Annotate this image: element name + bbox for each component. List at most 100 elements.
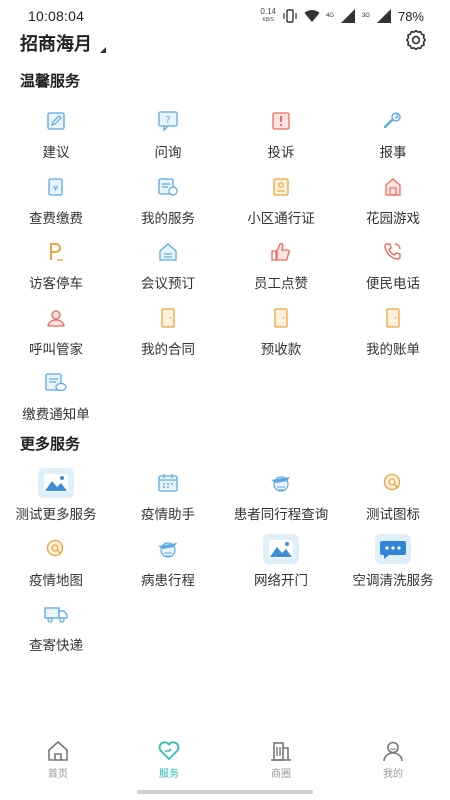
net-type-1: 4G (325, 13, 334, 19)
service-item-label: 员工点赞 (254, 276, 308, 291)
service-item[interactable]: ¥ 查费缴费 (0, 171, 112, 237)
fee-icon: ¥ (0, 171, 112, 203)
vibrate-icon (283, 9, 297, 23)
service-item[interactable]: 预收款 (225, 302, 337, 368)
service-item-label: 预收款 (260, 341, 302, 357)
service-item[interactable]: 小区通行证 (225, 171, 337, 237)
community-name: 招商海月 (20, 34, 92, 54)
section-title-more-services: 更多服务 (20, 436, 81, 453)
section-title-warm-services: 温馨服务 (20, 73, 81, 90)
service-item-label: 我的账单 (366, 341, 420, 357)
tab-home-label: 首页 (48, 769, 68, 780)
service-item-label: 我的服务 (141, 210, 195, 226)
service-item-label: 查寄快递 (29, 638, 83, 653)
search-circle-icon (0, 533, 112, 565)
tab-services-label: 服务 (159, 769, 179, 780)
service-item-label: 测试更多服务 (15, 507, 97, 522)
service-item-label: 病患行程 (141, 572, 195, 588)
tab-business[interactable]: 商圈 (225, 737, 337, 780)
contract-icon (112, 302, 224, 334)
service-item[interactable]: 病患行程 (112, 533, 224, 599)
service-item-label: 空调清洗服务 (352, 572, 434, 588)
dropdown-caret-icon (100, 47, 106, 53)
service-item[interactable]: 会议预订 (112, 236, 224, 302)
gear-icon[interactable] (404, 28, 428, 52)
question-icon: ? (112, 105, 224, 137)
net-speed-unit: KB/S (262, 17, 274, 23)
tab-mine-label: 我的 (383, 769, 403, 780)
battery-level: 78% (397, 8, 424, 24)
butler-icon (0, 302, 112, 334)
service-item[interactable]: 测试图标 (337, 467, 449, 533)
thumbs-up-icon (225, 236, 337, 268)
wrench-icon (337, 105, 449, 137)
bottom-tab-bar: 首页 服务 商圈 我的 (0, 737, 450, 787)
service-item[interactable]: 呼叫管家 (0, 302, 112, 368)
svg-text:¥: ¥ (53, 184, 58, 193)
service-item[interactable]: 疫情地图 (0, 533, 112, 599)
net-speed: 0.14 KB/S (260, 8, 276, 24)
garden-icon (337, 171, 449, 203)
service-item[interactable]: 花园游戏 (337, 171, 449, 237)
service-item[interactable]: 疫情助手 (112, 467, 224, 533)
home-indicator (137, 790, 313, 794)
service-item-label: 我的合同 (141, 341, 195, 357)
service-item-label: 会议预订 (141, 276, 195, 291)
complaint-icon (225, 105, 337, 137)
home-icon (48, 741, 68, 761)
status-indicators: 0.14 KB/S 4G 3G 78% (260, 6, 424, 26)
service-item[interactable]: 我的合同 (112, 302, 224, 368)
service-item-label: 投诉 (267, 145, 295, 160)
meeting-icon (112, 236, 224, 268)
service-item-label: 小区通行证 (247, 210, 315, 226)
service-item-label: 花园游戏 (366, 210, 420, 226)
service-item-label: 网络开门 (254, 572, 308, 588)
tab-services[interactable]: 服务 (113, 737, 225, 780)
service-item[interactable]: 缴费通知单 (0, 367, 112, 433)
service-item-label: 疫情助手 (141, 507, 195, 522)
service-item[interactable]: 我的账单 (337, 302, 449, 368)
service-item[interactable]: 投诉 (225, 105, 337, 171)
plane-globe-icon (225, 467, 337, 499)
signal-icon-2 (376, 9, 391, 23)
tab-mine[interactable]: 我的 (337, 737, 449, 780)
service-item-label: 患者同行程查询 (233, 507, 329, 522)
parking-icon (0, 236, 112, 268)
image-icon (0, 467, 112, 499)
signal-icon-1 (340, 9, 355, 23)
community-selector[interactable]: 招商海月 (20, 30, 106, 56)
building-icon (271, 742, 291, 761)
service-item-label: 便民电话 (366, 276, 420, 291)
service-item[interactable]: 报事 (337, 105, 449, 171)
calendar-icon (112, 467, 224, 499)
service-item-label: 访客停车 (29, 276, 83, 291)
service-item[interactable]: 便民电话 (337, 236, 449, 302)
service-item-label: 建议 (42, 145, 70, 160)
status-time: 10:08:04 (28, 8, 85, 24)
service-item[interactable]: 建议 (0, 105, 112, 171)
service-item[interactable]: 员工点赞 (225, 236, 337, 302)
service-item[interactable]: 空调清洗服务 (337, 533, 449, 599)
service-item-label: 呼叫管家 (29, 341, 83, 357)
svg-text:?: ? (165, 115, 170, 126)
tab-home[interactable]: 首页 (2, 737, 114, 780)
service-item[interactable]: 我的服务 (112, 171, 224, 237)
search-circle-icon (337, 467, 449, 499)
service-item[interactable]: 查寄快递 (0, 598, 112, 664)
net-type-2: 3G (361, 13, 370, 19)
user-icon (383, 741, 403, 762)
pass-icon (225, 171, 337, 203)
service-item[interactable]: ? 问询 (112, 105, 224, 171)
prepay-icon (225, 302, 337, 334)
edit-icon (0, 105, 112, 137)
status-bar: 10:08:04 0.14 KB/S 4G 3G 78% (0, 0, 450, 30)
service-item[interactable]: 测试更多服务 (0, 467, 112, 533)
service-item-label: 报事 (379, 145, 407, 160)
service-icon (112, 171, 224, 203)
service-item-label: 问询 (154, 145, 182, 160)
service-item-label: 缴费通知单 (22, 407, 90, 422)
phone-icon (337, 236, 449, 268)
service-item[interactable]: 患者同行程查询 (225, 467, 337, 533)
service-item[interactable]: 访客停车 (0, 236, 112, 302)
service-item[interactable]: 网络开门 (225, 533, 337, 599)
